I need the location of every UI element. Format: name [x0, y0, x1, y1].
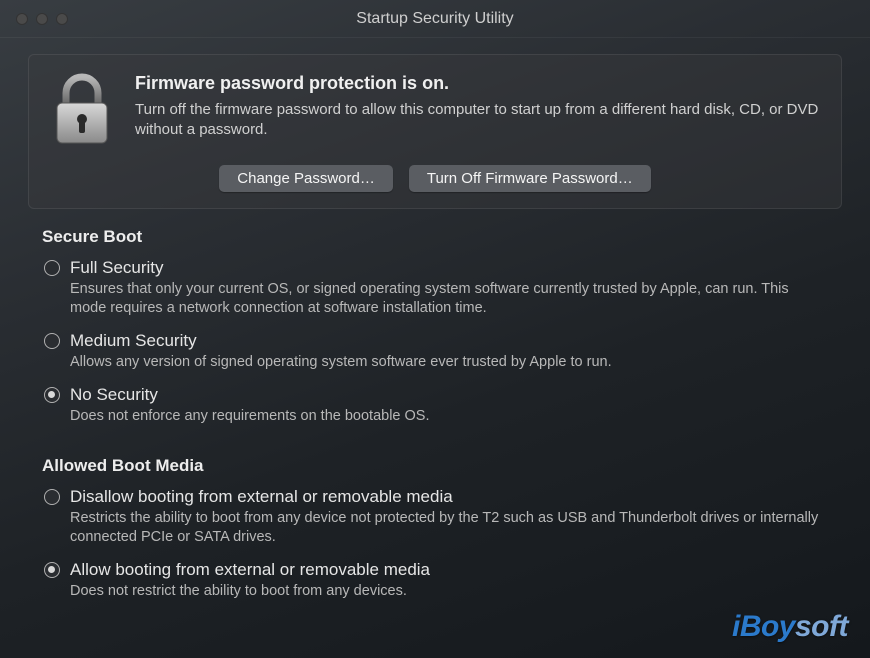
close-icon[interactable]: [16, 13, 28, 25]
watermark: iBoysoft: [732, 610, 848, 644]
secure-boot-section: Secure Boot Full Security Ensures that o…: [0, 209, 870, 438]
option-desc: Ensures that only your current OS, or si…: [70, 280, 828, 318]
radio-medium-security[interactable]: [44, 333, 60, 349]
window: Startup Security Utility: [0, 0, 870, 658]
option-medium-security: Medium Security Allows any version of si…: [42, 330, 828, 372]
option-desc: Does not enforce any requirements on the…: [70, 407, 828, 426]
radio-allow-external-boot[interactable]: [44, 562, 60, 578]
minimize-icon[interactable]: [36, 13, 48, 25]
option-desc: Restricts the ability to boot from any d…: [70, 509, 828, 547]
window-title: Startup Security Utility: [0, 10, 870, 28]
option-desc: Allows any version of signed operating s…: [70, 353, 828, 372]
firmware-heading: Firmware password protection is on.: [135, 73, 819, 94]
boot-media-section: Allowed Boot Media Disallow booting from…: [0, 438, 870, 613]
radio-disallow-external-boot[interactable]: [44, 489, 60, 505]
change-password-button[interactable]: Change Password…: [219, 165, 393, 192]
option-no-security: No Security Does not enforce any require…: [42, 384, 828, 426]
radio-full-security[interactable]: [44, 260, 60, 276]
firmware-text: Firmware password protection is on. Turn…: [135, 73, 819, 141]
titlebar: Startup Security Utility: [0, 0, 870, 38]
option-title: Allow booting from external or removable…: [70, 559, 828, 580]
option-full-security: Full Security Ensures that only your cur…: [42, 257, 828, 318]
option-title: No Security: [70, 384, 828, 405]
zoom-icon[interactable]: [56, 13, 68, 25]
firmware-description: Turn off the firmware password to allow …: [135, 100, 819, 141]
radio-no-security[interactable]: [44, 387, 60, 403]
boot-media-header: Allowed Boot Media: [42, 456, 828, 476]
option-allow-external-boot: Allow booting from external or removable…: [42, 559, 828, 601]
lock-icon: [51, 73, 113, 147]
option-title: Medium Security: [70, 330, 828, 351]
firmware-panel: Firmware password protection is on. Turn…: [28, 54, 842, 209]
option-title: Full Security: [70, 257, 828, 278]
option-title: Disallow booting from external or remova…: [70, 486, 828, 507]
traffic-lights: [0, 13, 68, 25]
secure-boot-header: Secure Boot: [42, 227, 828, 247]
option-disallow-external-boot: Disallow booting from external or remova…: [42, 486, 828, 547]
option-desc: Does not restrict the ability to boot fr…: [70, 582, 828, 601]
turn-off-firmware-password-button[interactable]: Turn Off Firmware Password…: [409, 165, 651, 192]
